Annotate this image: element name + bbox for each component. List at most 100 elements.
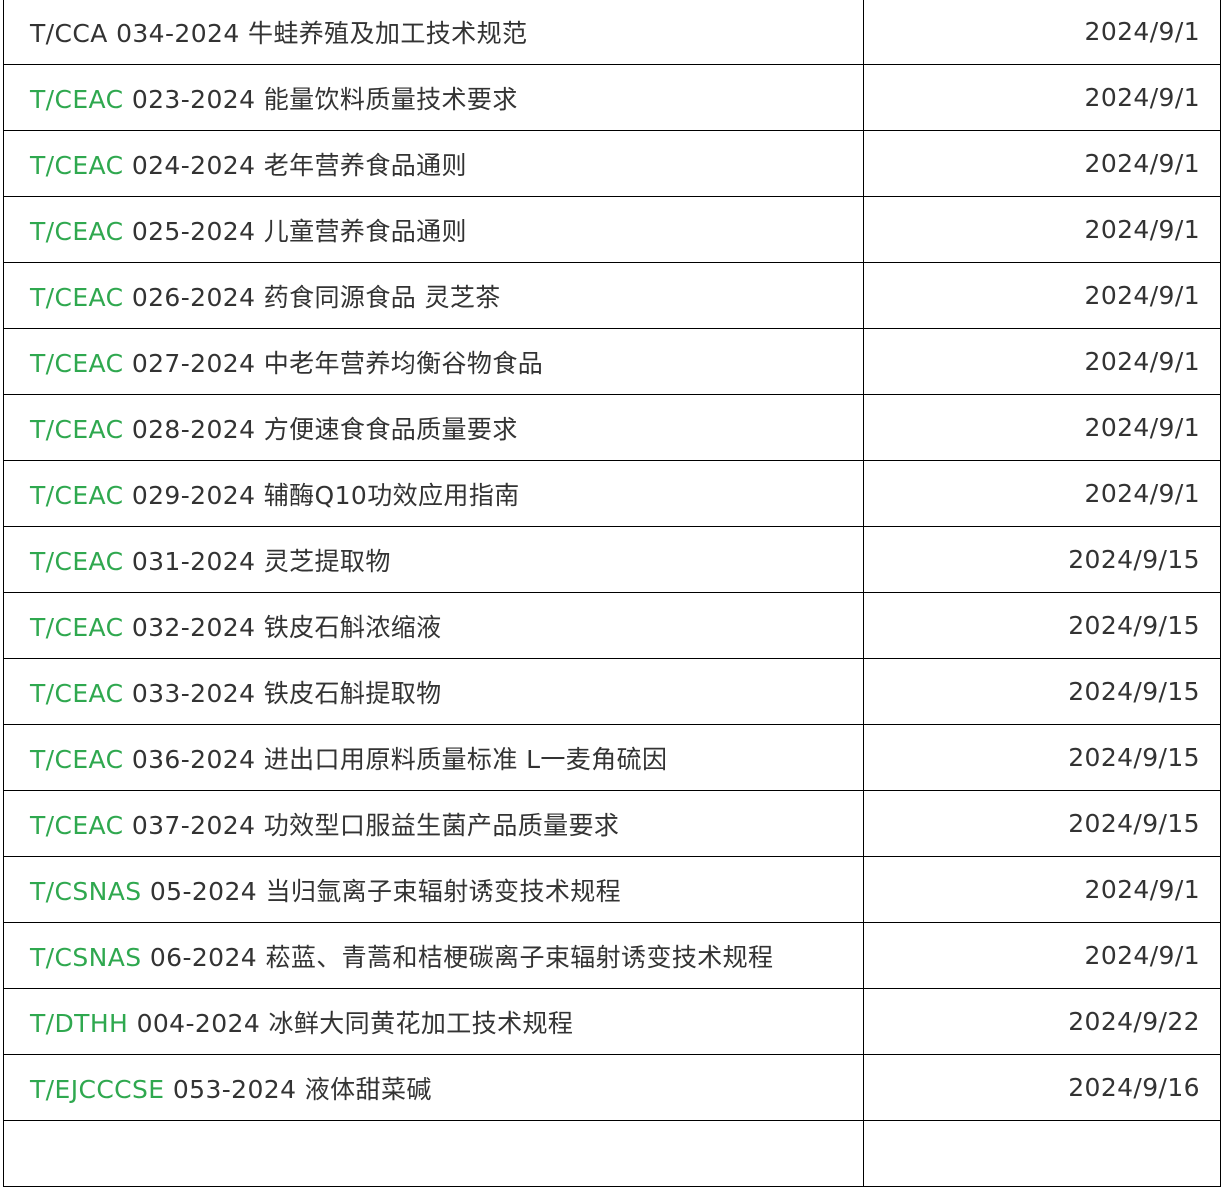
implementation-date: 2024/9/15: [1068, 611, 1200, 640]
implementation-date-cell: 2024/9/22: [863, 988, 1221, 1055]
standard-code-prefix-link[interactable]: T/CEAC: [30, 283, 123, 312]
implementation-date-cell: 2024/9/1: [863, 328, 1221, 395]
standard-code-prefix-link[interactable]: T/CEAC: [30, 811, 123, 840]
standard-title-cell: T/CEAC 037-2024 功效型口服益生菌产品质量要求: [3, 790, 864, 857]
table-row: T/CEAC 036-2024 进出口用原料质量标准 L一麦角硫因 2024/9/…: [3, 724, 1221, 791]
implementation-date-cell: 2024/9/15: [863, 724, 1221, 791]
standard-code-prefix-link[interactable]: T/CEAC: [30, 151, 123, 180]
standard-title-cell: T/CEAC 032-2024 铁皮石斛浓缩液: [3, 592, 864, 659]
implementation-date-cell: 2024/9/15: [863, 658, 1221, 725]
standard-code-prefix-link[interactable]: T/CEAC: [30, 85, 123, 114]
standard-title: 031-2024 灵芝提取物: [123, 546, 391, 576]
table-row: T/CSNAS 05-2024 当归氩离子束辐射诱变技术规程 2024/9/1: [3, 856, 1221, 923]
standard-code-prefix-link[interactable]: T/DTHH: [30, 1009, 128, 1038]
table-row: T/CCA 034-2024 牛蛙养殖及加工技术规范 2024/9/1: [3, 0, 1221, 65]
implementation-date: 2024/9/1: [1084, 347, 1200, 376]
standard-title: 004-2024 冰鲜大同黄花加工技术规程: [128, 1008, 574, 1038]
standard-code-prefix-link[interactable]: T/CEAC: [30, 481, 123, 510]
standard-code-prefix-link[interactable]: T/CEAC: [30, 547, 123, 576]
implementation-date-cell: 2024/9/1: [863, 64, 1221, 131]
table-row: T/CEAC 024-2024 老年营养食品通则 2024/9/1: [3, 130, 1221, 197]
standard-code-prefix-link[interactable]: T/CSNAS: [30, 877, 142, 906]
standard-title-cell: T/DTHH 004-2024 冰鲜大同黄花加工技术规程: [3, 988, 864, 1055]
implementation-date-cell: 2024/9/1: [863, 394, 1221, 461]
standard-title-cell: T/CEAC 028-2024 方便速食食品质量要求: [3, 394, 864, 461]
table-row: T/CEAC 033-2024 铁皮石斛提取物 2024/9/15: [3, 658, 1221, 725]
standard-title-cell: T/CEAC 031-2024 灵芝提取物: [3, 526, 864, 593]
implementation-date: 2024/9/1: [1084, 149, 1200, 178]
implementation-date: 2024/9/15: [1068, 677, 1200, 706]
implementation-date-cell: [863, 1120, 1221, 1187]
standard-title: 06-2024 菘蓝、青蒿和桔梗碳离子束辐射诱变技术规程: [141, 942, 774, 972]
standard-title: 036-2024 进出口用原料质量标准 L一麦角硫因: [123, 744, 668, 774]
standards-table: T/CCA 034-2024 牛蛙养殖及加工技术规范 2024/9/1 T/CEAC…: [3, 0, 1221, 1187]
implementation-date-cell: 2024/9/1: [863, 196, 1221, 263]
standard-title: 024-2024 老年营养食品通则: [123, 150, 467, 180]
implementation-date-cell: 2024/9/16: [863, 1054, 1221, 1121]
standard-title: 023-2024 能量饮料质量技术要求: [123, 84, 518, 114]
standard-title-cell: T/CEAC 024-2024 老年营养食品通则: [3, 130, 864, 197]
standard-code-prefix-link[interactable]: T/CEAC: [30, 217, 123, 246]
standard-title-cell: T/CEAC 027-2024 中老年营养均衡谷物食品: [3, 328, 864, 395]
table-row: T/EJCCCSE 053-2024 液体甜菜碱 2024/9/16: [3, 1054, 1221, 1121]
table-row: T/CEAC 029-2024 辅酶Q10功效应用指南 2024/9/1: [3, 460, 1221, 527]
implementation-date: 2024/9/1: [1084, 875, 1200, 904]
standard-title-cell: T/CEAC 023-2024 能量饮料质量技术要求: [3, 64, 864, 131]
standard-title: 025-2024 儿童营养食品通则: [123, 216, 467, 246]
standard-title-cell: T/EJCCCSE 053-2024 液体甜菜碱: [3, 1054, 864, 1121]
table-row: T/CEAC 031-2024 灵芝提取物 2024/9/15: [3, 526, 1221, 593]
standard-title-cell: T/CEAC 033-2024 铁皮石斛提取物: [3, 658, 864, 725]
standard-code-prefix: T/CCA: [30, 18, 108, 48]
standard-code-prefix-link[interactable]: T/CEAC: [30, 679, 123, 708]
implementation-date-cell: 2024/9/1: [863, 460, 1221, 527]
implementation-date-cell: 2024/9/15: [863, 790, 1221, 857]
standard-title: 027-2024 中老年营养均衡谷物食品: [123, 348, 544, 378]
implementation-date: 2024/9/1: [1084, 17, 1200, 46]
standard-code-prefix-link[interactable]: T/CEAC: [30, 745, 123, 774]
implementation-date-cell: 2024/9/15: [863, 592, 1221, 659]
standard-title: 033-2024 铁皮石斛提取物: [123, 678, 442, 708]
implementation-date: 2024/9/1: [1084, 281, 1200, 310]
standard-title: 028-2024 方便速食食品质量要求: [123, 414, 518, 444]
table-row: [3, 1120, 1221, 1187]
standard-title-cell: T/CSNAS 06-2024 菘蓝、青蒿和桔梗碳离子束辐射诱变技术规程: [3, 922, 864, 989]
implementation-date: 2024/9/15: [1068, 809, 1200, 838]
standard-title-cell: T/CEAC 025-2024 儿童营养食品通则: [3, 196, 864, 263]
standard-title: 029-2024 辅酶Q10功效应用指南: [123, 480, 520, 510]
implementation-date-cell: 2024/9/1: [863, 922, 1221, 989]
implementation-date-cell: 2024/9/15: [863, 526, 1221, 593]
table-row: T/DTHH 004-2024 冰鲜大同黄花加工技术规程 2024/9/22: [3, 988, 1221, 1055]
standard-title-cell: T/CCA 034-2024 牛蛙养殖及加工技术规范: [3, 0, 864, 65]
standard-title-cell: T/CSNAS 05-2024 当归氩离子束辐射诱变技术规程: [3, 856, 864, 923]
table-row: T/CEAC 025-2024 儿童营养食品通则 2024/9/1: [3, 196, 1221, 263]
implementation-date-cell: 2024/9/1: [863, 856, 1221, 923]
standard-code-prefix-link[interactable]: T/CEAC: [30, 613, 123, 642]
standard-title: 032-2024 铁皮石斛浓缩液: [123, 612, 442, 642]
table-row: T/CEAC 027-2024 中老年营养均衡谷物食品 2024/9/1: [3, 328, 1221, 395]
standard-code-prefix-link[interactable]: T/CSNAS: [30, 943, 142, 972]
table-row: T/CEAC 032-2024 铁皮石斛浓缩液 2024/9/15: [3, 592, 1221, 659]
implementation-date-cell: 2024/9/1: [863, 0, 1221, 65]
standard-title: 026-2024 药食同源食品 灵芝茶: [123, 282, 501, 312]
standard-code-prefix-link[interactable]: T/CEAC: [30, 349, 123, 378]
implementation-date: 2024/9/16: [1068, 1073, 1200, 1102]
implementation-date: 2024/9/1: [1084, 215, 1200, 244]
standard-code-prefix-link[interactable]: T/EJCCCSE: [30, 1075, 165, 1104]
standard-title: 05-2024 当归氩离子束辐射诱变技术规程: [141, 876, 622, 906]
standard-title-cell: T/CEAC 029-2024 辅酶Q10功效应用指南: [3, 460, 864, 527]
standard-code-prefix-link[interactable]: T/CEAC: [30, 415, 123, 444]
implementation-date: 2024/9/15: [1068, 743, 1200, 772]
standard-title: 034-2024 牛蛙养殖及加工技术规范: [107, 18, 528, 48]
table-row: T/CSNAS 06-2024 菘蓝、青蒿和桔梗碳离子束辐射诱变技术规程 2024…: [3, 922, 1221, 989]
standard-title-cell: T/CEAC 026-2024 药食同源食品 灵芝茶: [3, 262, 864, 329]
standard-title-cell: T/CEAC 036-2024 进出口用原料质量标准 L一麦角硫因: [3, 724, 864, 791]
implementation-date: 2024/9/1: [1084, 83, 1200, 112]
table-row: T/CEAC 026-2024 药食同源食品 灵芝茶 2024/9/1: [3, 262, 1221, 329]
implementation-date: 2024/9/15: [1068, 545, 1200, 574]
table-row: T/CEAC 037-2024 功效型口服益生菌产品质量要求 2024/9/15: [3, 790, 1221, 857]
implementation-date-cell: 2024/9/1: [863, 262, 1221, 329]
implementation-date: 2024/9/1: [1084, 413, 1200, 442]
implementation-date-cell: 2024/9/1: [863, 130, 1221, 197]
implementation-date: 2024/9/1: [1084, 941, 1200, 970]
standards-table-body: T/CCA 034-2024 牛蛙养殖及加工技术规范 2024/9/1 T/CEAC…: [3, 0, 1221, 1187]
